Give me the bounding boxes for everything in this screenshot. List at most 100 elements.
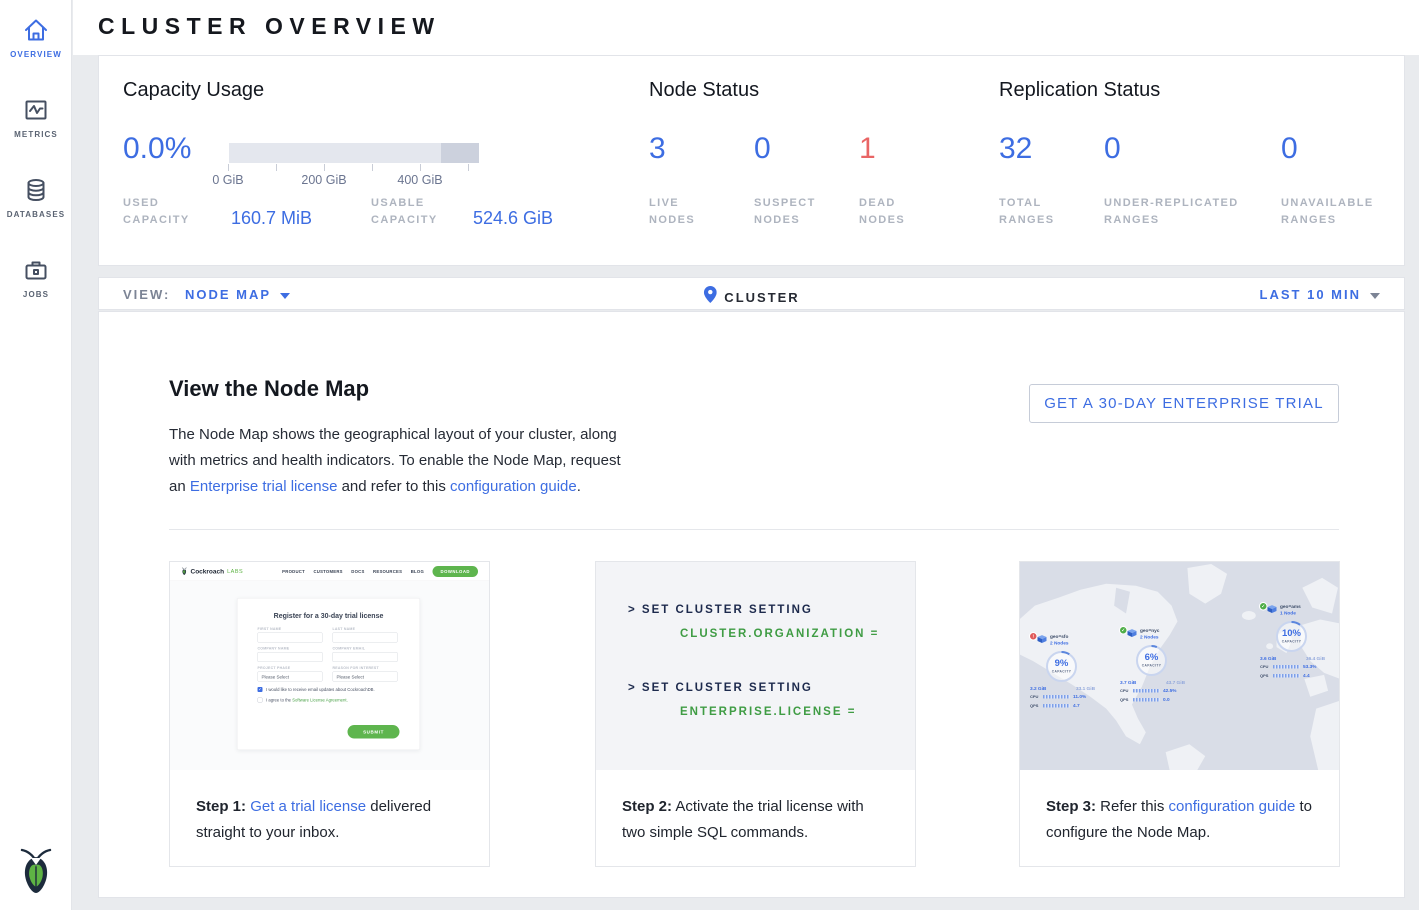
mini-form-title: Register for a 30-day trial license [258, 612, 400, 620]
reason-select: Please Select [333, 672, 398, 682]
nodes-cube-icon [1128, 629, 1137, 637]
configuration-guide-link[interactable]: configuration guide [450, 478, 577, 495]
email-updates-checkbox-row: ✓I would like to receive email updates a… [258, 687, 400, 692]
sidebar-item-label: JOBS [0, 290, 72, 299]
step-1-image: CockroachLABS PRODUCT CUSTOMERS DOCS RES… [170, 562, 489, 770]
unavailable-ranges-label: UNAVAILABLE RANGES [1281, 195, 1391, 229]
license-agreement-checkbox-row: I agree to the Software License Agreemen… [258, 698, 400, 703]
view-selector-dropdown[interactable]: NODE MAP [185, 287, 290, 302]
home-icon [0, 16, 72, 44]
locality-node-count: 1 Node [1280, 611, 1296, 617]
step-2-image: > SET CLUSTER SETTING CLUSTER.ORGANIZATI… [596, 562, 915, 770]
usable-capacity-value: 524.6 GiB [473, 208, 553, 229]
cluster-summary-card: Capacity Usage 0.0% 0 GiB 200 GiB 400 Gi… [98, 55, 1405, 266]
mini-site-nav-links: PRODUCT CUSTOMERS DOCS RESOURCES BLOG DO… [282, 566, 478, 577]
sidebar-item-databases[interactable]: DATABASES [0, 176, 72, 219]
locality-node-count: 2 Nodes [1140, 635, 1158, 641]
capacity-bar-segment [441, 143, 479, 163]
checkbox-unchecked-icon [258, 698, 263, 703]
first-name-field [258, 633, 323, 643]
page-title: CLUSTER OVERVIEW [98, 13, 441, 40]
node-map-intro: The Node Map shows the geographical layo… [169, 422, 629, 500]
dead-nodes-label: DEAD NODES [859, 195, 939, 229]
sidebar: OVERVIEW METRICS DATABASES JOBS [0, 0, 72, 910]
sidebar-item-jobs[interactable]: JOBS [0, 256, 72, 299]
capacity-ring: 6% CAPACITY [1135, 644, 1168, 677]
time-range-dropdown[interactable]: LAST 10 MIN [1260, 287, 1380, 302]
nodes-cube-icon [1268, 605, 1277, 613]
sidebar-item-label: OVERVIEW [0, 50, 72, 59]
enterprise-trial-license-link[interactable]: Enterprise trial license [190, 478, 338, 495]
project-phase-select: Please Select [258, 672, 323, 682]
nodes-cube-icon [1038, 635, 1047, 643]
sidebar-item-label: METRICS [0, 130, 72, 139]
capacity-usage-title: Capacity Usage [123, 79, 264, 102]
sql-command-line: > SET CLUSTER SETTING [628, 604, 813, 616]
view-label: VIEW: [123, 287, 170, 302]
step-3-caption: Step 3: Refer this configuration guide t… [1020, 770, 1339, 846]
sidebar-item-metrics[interactable]: METRICS [0, 96, 72, 139]
database-icon [0, 176, 72, 204]
capacity-percent: 0.0% [123, 132, 191, 166]
replication-status-title: Replication Status [999, 79, 1160, 102]
configuration-guide-link[interactable]: configuration guide [1169, 798, 1296, 815]
dead-nodes-value: 1 [859, 132, 876, 166]
cpu-bar [1133, 689, 1160, 693]
used-capacity-value: 160.7 MiB [231, 208, 312, 229]
locality-node-count: 2 Nodes [1050, 641, 1068, 647]
total-ranges-value: 32 [999, 132, 1032, 166]
locality-marker-sfo: ! geo=sfo 2 Nodes 9% CAPACITY 3.2 GiB33.… [1030, 630, 1110, 720]
live-nodes-label: LIVE NODES [649, 195, 729, 229]
capacity-axis-tick: 400 GiB [390, 173, 450, 187]
locality-name: geo=sfo [1050, 634, 1068, 640]
step-1-caption: Step 1: Get a trial license delivered st… [170, 770, 489, 846]
metrics-icon [0, 96, 72, 124]
under-replicated-ranges-value: 0 [1104, 132, 1121, 166]
sql-argument-line: ENTERPRISE.LICENSE = [680, 706, 856, 718]
healthy-node-badge-icon: ✓ [1260, 603, 1267, 610]
node-status-title: Node Status [649, 79, 759, 102]
qps-bar [1273, 674, 1300, 678]
suspect-nodes-label: SUSPECT NODES [754, 195, 834, 229]
step-1-card: CockroachLABS PRODUCT CUSTOMERS DOCS RES… [169, 561, 490, 867]
last-name-field [333, 633, 398, 643]
trial-registration-form: Register for a 30-day trial license FIRS… [237, 598, 420, 750]
checkbox-checked-icon: ✓ [258, 687, 263, 692]
node-map-heading: View the Node Map [169, 376, 369, 402]
capacity-ring: 10% CAPACITY [1275, 620, 1308, 653]
scope-breadcrumb: CLUSTER [724, 290, 799, 305]
suspect-nodes-value: 0 [754, 132, 771, 166]
enterprise-trial-button[interactable]: GET A 30-DAY ENTERPRISE TRIAL [1029, 384, 1339, 423]
sidebar-item-label: DATABASES [0, 210, 72, 219]
live-nodes-value: 3 [649, 132, 666, 166]
chevron-down-icon [280, 293, 290, 299]
step-2-caption: Step 2: Activate the trial license with … [596, 770, 915, 846]
company-email-field [333, 652, 398, 662]
view-toolbar: VIEW: NODE MAP CLUSTER LAST 10 MIN [98, 277, 1405, 310]
get-trial-license-link[interactable]: Get a trial license [250, 798, 366, 815]
healthy-node-badge-icon: ✓ [1120, 627, 1127, 634]
mini-site-navbar: CockroachLABS PRODUCT CUSTOMERS DOCS RES… [170, 562, 489, 581]
briefcase-icon [0, 256, 72, 284]
cockroachdb-logo [16, 845, 56, 902]
mini-download-button: DOWNLOAD [433, 566, 479, 577]
usable-capacity-label: USABLE CAPACITY [371, 195, 463, 229]
locality-marker-ams: ✓ geo=ams 1 Node 10% CAPACITY 3.6 GiB36.… [1260, 600, 1339, 690]
capacity-ring: 9% CAPACITY [1045, 650, 1078, 683]
capacity-axis-tick: 200 GiB [294, 173, 354, 187]
locality-name: geo=nyc [1140, 628, 1159, 634]
dead-node-badge-icon: ! [1030, 633, 1037, 640]
qps-bar [1043, 704, 1070, 708]
unavailable-ranges-value: 0 [1281, 132, 1298, 166]
sidebar-item-overview[interactable]: OVERVIEW [0, 16, 72, 59]
mini-site-logo: CockroachLABS [181, 567, 243, 576]
qps-bar [1133, 698, 1160, 702]
mini-submit-button: SUBMIT [348, 725, 400, 739]
sql-command-line: > SET CLUSTER SETTING [628, 682, 813, 694]
sql-argument-line: CLUSTER.ORGANIZATION = [680, 628, 879, 640]
step-2-card: > SET CLUSTER SETTING CLUSTER.ORGANIZATI… [595, 561, 916, 867]
locality-marker-nyc: ✓ geo=nyc 2 Nodes 6% CAPACITY 3.7 GiB43.… [1120, 624, 1200, 714]
step-3-card: ! geo=sfo 2 Nodes 9% CAPACITY 3.2 GiB33.… [1019, 561, 1340, 867]
cpu-bar [1273, 665, 1300, 669]
cockroach-labs-site-screenshot: CockroachLABS PRODUCT CUSTOMERS DOCS RES… [170, 562, 489, 770]
